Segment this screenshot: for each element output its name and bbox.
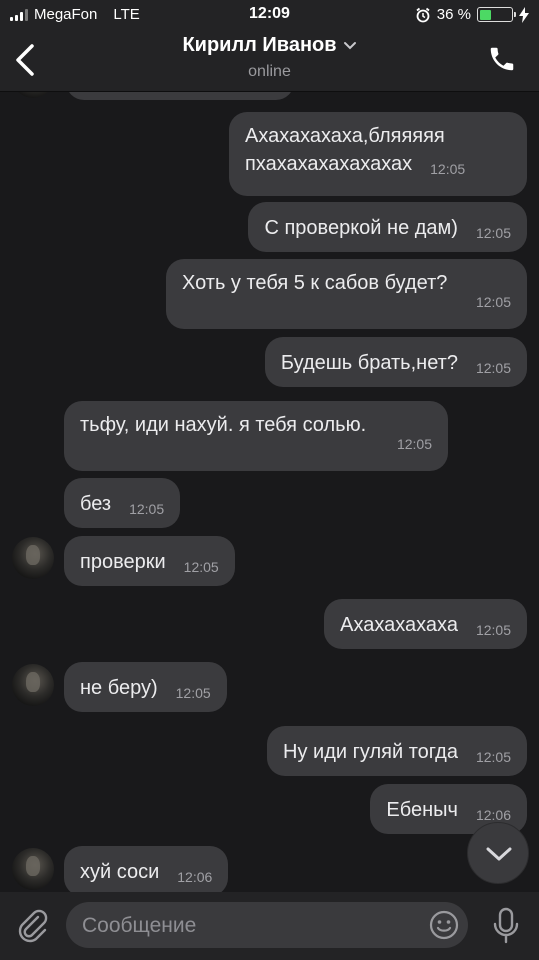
message-text: без [80, 493, 112, 515]
chevron-down-icon [486, 847, 512, 861]
avatar[interactable] [12, 92, 54, 98]
message-text: Ахахахахаха [340, 614, 458, 636]
contact-name-label: Кирилл Иванов [182, 34, 337, 56]
message-text: хуй соси [80, 861, 160, 883]
message-time: 12:05 [396, 436, 432, 452]
message-time: 12:06 [475, 807, 511, 823]
message-text: Ну иди гуляй тогда [283, 741, 458, 763]
contact-name[interactable]: Кирилл Иванов [182, 34, 356, 57]
message-time: 12:05 [475, 225, 511, 241]
alarm-icon [416, 7, 430, 22]
composer-bar: Сообщение [0, 892, 539, 960]
message-time: 12:05 [475, 749, 511, 765]
emoji-icon [429, 910, 459, 940]
message-text: Ахахахахаха,бляяяяя [245, 125, 445, 147]
chevron-down-icon [343, 41, 356, 49]
message-input[interactable]: Сообщение [66, 902, 468, 948]
microphone-icon [493, 907, 519, 944]
message-time: 12:05 [475, 294, 511, 310]
chat-header: Кирилл Иванов online [0, 30, 539, 92]
message-text: пхахахахахахахах [245, 153, 413, 175]
message-bubble-out[interactable]: Хоть у тебя 5 к сабов будет? 12:05 [166, 259, 527, 329]
message-time: 12:05 [175, 685, 211, 701]
phone-icon [490, 47, 514, 71]
avatar[interactable] [12, 537, 54, 579]
message-text: Ебеныч [386, 799, 458, 821]
battery-percent: 36 % [436, 6, 471, 23]
message-bubble-in[interactable]: проверки 12:05 [64, 536, 235, 586]
message-bubble-out[interactable]: Ну иди гуляй тогда 12:05 [267, 726, 527, 776]
avatar[interactable] [12, 848, 54, 890]
message-text: не беру) [80, 677, 158, 699]
message-time: 12:05 [183, 559, 219, 575]
chat-title-area[interactable]: Кирилл Иванов online [0, 34, 539, 81]
emoji-button[interactable] [428, 909, 460, 941]
message-text: Будешь брать,нет? [280, 352, 458, 374]
attach-button[interactable] [16, 908, 48, 944]
message-time: 12:05 [430, 161, 466, 177]
charging-icon [519, 6, 529, 23]
message-time: 12:06 [177, 869, 213, 885]
message-list[interactable]: Ахахахахаха,бляяяяя пхахахахахахахах 12:0… [0, 92, 539, 892]
paperclip-icon [18, 909, 48, 943]
message-text: С проверкой не дам) [264, 217, 458, 239]
avatar[interactable] [12, 664, 54, 706]
contact-status: online [248, 63, 291, 80]
message-bubble-out[interactable]: Ахахахахаха,бляяяяя пхахахахахахахах 12:0… [229, 112, 527, 196]
message-bubble-out[interactable]: С проверкой не дам) 12:05 [248, 202, 527, 252]
message-bubble-in[interactable]: не беру) 12:05 [64, 662, 227, 712]
voice-record-button[interactable] [491, 906, 521, 946]
message-bubble-partial [66, 92, 294, 100]
message-input-placeholder: Сообщение [82, 914, 197, 937]
battery-icon [477, 7, 516, 22]
message-bubble-in[interactable]: без 12:05 [64, 478, 181, 528]
status-bar: MegaFon LTE 12:09 36 % [0, 0, 539, 30]
message-time: 12:05 [475, 360, 511, 376]
scroll-to-bottom-button[interactable] [467, 822, 529, 884]
message-bubble-out[interactable]: Ахахахахаха 12:05 [324, 599, 527, 649]
message-text: проверки [80, 551, 166, 573]
message-time: 12:05 [475, 622, 511, 638]
message-bubble-in[interactable]: хуй соси 12:06 [64, 846, 229, 892]
message-time: 12:05 [129, 501, 165, 517]
message-bubble-out[interactable]: Будешь брать,нет? 12:05 [264, 337, 527, 387]
status-right: 36 % [415, 6, 529, 23]
call-button[interactable] [487, 44, 517, 74]
message-bubble-in[interactable]: тьфу, иди нахуй. я тебя солью. 12:05 [64, 401, 448, 471]
